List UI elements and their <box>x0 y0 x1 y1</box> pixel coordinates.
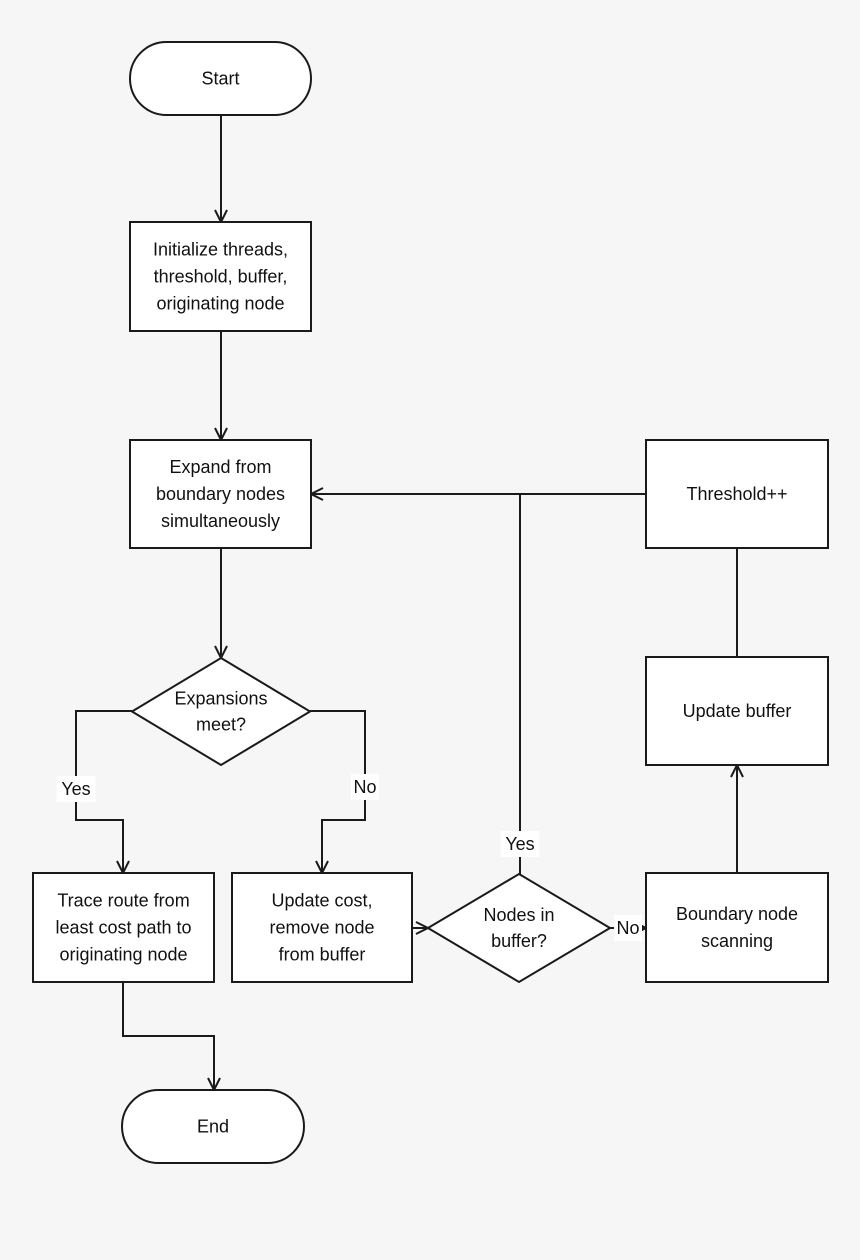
node-scan: Boundary node scanning <box>645 872 829 983</box>
node-expand: Expand from boundary nodes simultaneously <box>129 439 312 549</box>
edge-label-nodes-expand: Yes <box>500 831 540 857</box>
edge-nodes-expand <box>311 494 521 874</box>
node-label-line: Update cost, <box>271 891 372 911</box>
node-label-line: originating node <box>156 294 284 314</box>
node-label-line: boundary nodes <box>156 484 285 504</box>
node-label-line: Threshold++ <box>686 484 787 504</box>
node-label-line: Start <box>201 69 239 89</box>
node-label-line: End <box>197 1117 229 1137</box>
node-label-line: originating node <box>59 945 187 965</box>
node-label-line: Update buffer <box>683 701 792 721</box>
edge-label-meet-update-cost: No <box>351 774 379 800</box>
node-label-line: Boundary node <box>676 904 798 924</box>
edge-label-text: Yes <box>505 834 534 854</box>
decision-shape <box>130 656 312 767</box>
node-label-line: least cost path to <box>55 918 191 938</box>
node-label-line: buffer? <box>491 931 547 951</box>
edge-trace-end <box>122 982 214 1090</box>
node-label-line: Initialize threads, <box>153 240 288 260</box>
node-label-line: Expansions <box>174 689 267 709</box>
node-label-line: Nodes in <box>483 905 554 925</box>
node-update-cost: Update cost, remove node from buffer <box>231 872 413 983</box>
node-threshold: Threshold++ <box>645 439 829 549</box>
nodes-layer: Start Initialize threads, threshold, buffe… <box>32 41 829 1164</box>
edge-label-text: No <box>353 777 376 797</box>
flowchart: Start Initialize threads, threshold, buffe… <box>32 41 829 1164</box>
node-label-line: Trace route from <box>57 891 189 911</box>
node-trace: Trace route from least cost path to origin… <box>32 872 215 983</box>
node-label-line: Expand from <box>169 457 271 477</box>
edge-label-nodes-scan: No <box>614 915 642 941</box>
node-label-line: threshold, buffer, <box>154 267 288 287</box>
node-nodes-in-buffer: Nodes in buffer? <box>426 872 612 984</box>
node-end: End <box>121 1089 305 1164</box>
node-update-buffer: Update buffer <box>645 656 829 766</box>
node-init: Initialize threads, threshold, buffer, ori… <box>129 221 312 332</box>
node-label-line: remove node <box>269 918 374 938</box>
node-label-line: meet? <box>196 715 246 735</box>
node-start: Start <box>129 41 312 116</box>
edge-label-meet-trace: Yes <box>56 776 96 802</box>
decision-shape <box>426 872 612 984</box>
node-label-line: simultaneously <box>161 511 280 531</box>
edge-label-text: No <box>616 918 639 938</box>
edge-label-text: Yes <box>61 779 90 799</box>
node-label-line: from buffer <box>279 945 366 965</box>
process-shape <box>645 872 829 983</box>
node-meet: Expansions meet? <box>130 656 312 767</box>
node-label-line: scanning <box>701 931 773 951</box>
